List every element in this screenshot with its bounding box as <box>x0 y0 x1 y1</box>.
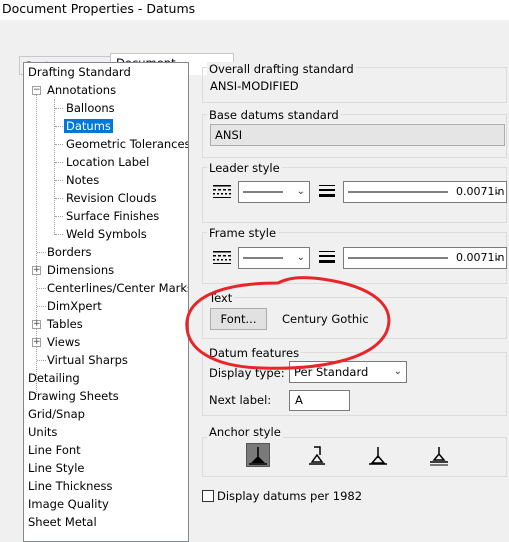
next-label-label: Next label: <box>209 393 272 407</box>
frame-line-style-dropdown[interactable]: ⌄ <box>238 247 310 269</box>
tree-item-geometric-tolerances[interactable]: Geometric Tolerances <box>66 135 188 153</box>
tree-connector <box>55 198 63 199</box>
expand-icon[interactable]: + <box>32 320 41 329</box>
tree-item-dimensions[interactable]: Dimensions <box>47 261 114 279</box>
tree-item-surface-finishes[interactable]: Surface Finishes <box>66 207 159 225</box>
chevron-down-icon: ⌄ <box>493 252 502 263</box>
thickness-line-icon <box>348 191 448 193</box>
tree-item-line-style[interactable]: Line Style <box>28 459 85 477</box>
tree-item-line-thickness[interactable]: Line Thickness <box>28 477 112 495</box>
anchor-open-offset-button[interactable] <box>305 443 329 467</box>
tree-item-drafting-standard[interactable]: Drafting Standard <box>28 63 131 81</box>
anchor-filled-button[interactable] <box>246 443 270 467</box>
tree-item-weld-symbols[interactable]: Weld Symbols <box>66 225 147 243</box>
leader-style-label: Leader style <box>207 161 282 175</box>
display-type-label: Display type: <box>209 366 285 380</box>
tree-item-views[interactable]: Views <box>47 333 80 351</box>
tree-connector <box>37 252 46 253</box>
leader-line-style-dropdown[interactable]: ⌄ <box>238 181 310 203</box>
tree-connector <box>37 288 46 289</box>
title-bar: Document Properties - Datums <box>0 0 509 20</box>
tree-connector <box>55 126 63 127</box>
tree-item-dimxpert[interactable]: DimXpert <box>47 297 102 315</box>
line-style-icon[interactable] <box>212 184 232 200</box>
anchor-open-icon <box>369 447 387 465</box>
anchor-flag-icon <box>430 447 448 466</box>
anchor-open-offset-icon <box>309 446 325 465</box>
tree-item-annotations[interactable]: Annotations <box>47 81 116 99</box>
text-label: Text <box>207 291 235 305</box>
solid-line-icon <box>243 191 283 193</box>
tree-item-datums[interactable]: Datums <box>64 117 113 135</box>
font-name: Century Gothic <box>282 312 369 326</box>
leader-thickness-dropdown[interactable]: 0.0071in ⌄ <box>343 181 507 203</box>
tree-connector <box>54 99 55 235</box>
tree-connector <box>55 108 63 109</box>
line-style-icon[interactable] <box>212 250 232 266</box>
font-button[interactable]: Font... <box>210 308 267 330</box>
tree-item-image-quality[interactable]: Image Quality <box>28 495 109 513</box>
chevron-down-icon: ⌄ <box>393 366 402 377</box>
tree-item-virtual-sharps[interactable]: Virtual Sharps <box>47 351 128 369</box>
tab-strip: System Options Document Properties <box>0 20 509 92</box>
datum-features-label: Datum features <box>207 346 302 360</box>
frame-thickness-dropdown[interactable]: 0.0071in ⌄ <box>343 247 507 269</box>
tree-connector <box>55 162 63 163</box>
base-standard-select[interactable]: ANSI <box>210 124 505 146</box>
datums-panel: Overall drafting standard ANSI-MODIFIED … <box>200 56 509 534</box>
tree-connector <box>55 144 63 145</box>
tree-connector <box>36 90 37 396</box>
tree-item-notes[interactable]: Notes <box>66 171 99 189</box>
tree-item-centerlines[interactable]: Centerlines/Center Marks <box>47 279 188 297</box>
overall-standard-value: ANSI-MODIFIED <box>210 79 299 93</box>
window-title: Document Properties - Datums <box>2 1 196 16</box>
tree-item-grid-snap[interactable]: Grid/Snap <box>28 405 85 423</box>
tree-item-balloons[interactable]: Balloons <box>66 99 115 117</box>
solid-line-icon <box>243 257 283 259</box>
tree-connector <box>55 180 63 181</box>
tree-item-location-label[interactable]: Location Label <box>66 153 149 171</box>
tree-item-tables[interactable]: Tables <box>47 315 83 333</box>
chevron-down-icon: ⌄ <box>296 186 305 197</box>
tree-item-borders[interactable]: Borders <box>47 243 92 261</box>
expand-icon[interactable]: + <box>32 266 41 275</box>
frame-style-label: Frame style <box>207 226 279 240</box>
tree-item-drawing-sheets[interactable]: Drawing Sheets <box>28 387 119 405</box>
anchor-style-label: Anchor style <box>207 425 283 439</box>
tree-item-units[interactable]: Units <box>28 423 57 441</box>
base-standard-label: Base datums standard <box>207 108 341 122</box>
display-type-value: Per Standard <box>294 365 369 379</box>
display-1982-label: Display datums per 1982 <box>217 489 363 503</box>
tree-item-detailing[interactable]: Detailing <box>28 369 80 387</box>
options-tree[interactable]: Drafting Standard − Annotations Balloons… <box>23 62 189 542</box>
chevron-down-icon: ⌄ <box>493 186 502 197</box>
tree-item-sheet-metal[interactable]: Sheet Metal <box>28 513 97 531</box>
anchor-open-button[interactable] <box>366 443 390 467</box>
line-thickness-icon[interactable] <box>318 250 336 266</box>
tree-connector <box>37 360 46 361</box>
tree-item-revision-clouds[interactable]: Revision Clouds <box>66 189 157 207</box>
tree-connector <box>37 306 46 307</box>
thickness-line-icon <box>348 257 448 259</box>
chevron-down-icon: ⌄ <box>296 252 305 263</box>
collapse-icon[interactable]: − <box>32 86 41 95</box>
display-type-dropdown[interactable]: Per Standard ⌄ <box>289 361 407 383</box>
anchor-flag-button[interactable] <box>427 443 451 467</box>
next-label-input[interactable]: A <box>289 390 350 411</box>
tree-connector <box>55 234 63 235</box>
overall-standard-label: Overall drafting standard <box>207 62 356 76</box>
anchor-filled-icon <box>249 447 267 465</box>
expand-icon[interactable]: + <box>32 338 41 347</box>
line-thickness-icon[interactable] <box>318 184 336 200</box>
tree-connector <box>55 216 63 217</box>
tree-item-line-font[interactable]: Line Font <box>28 441 81 459</box>
display-1982-checkbox[interactable] <box>202 490 214 502</box>
